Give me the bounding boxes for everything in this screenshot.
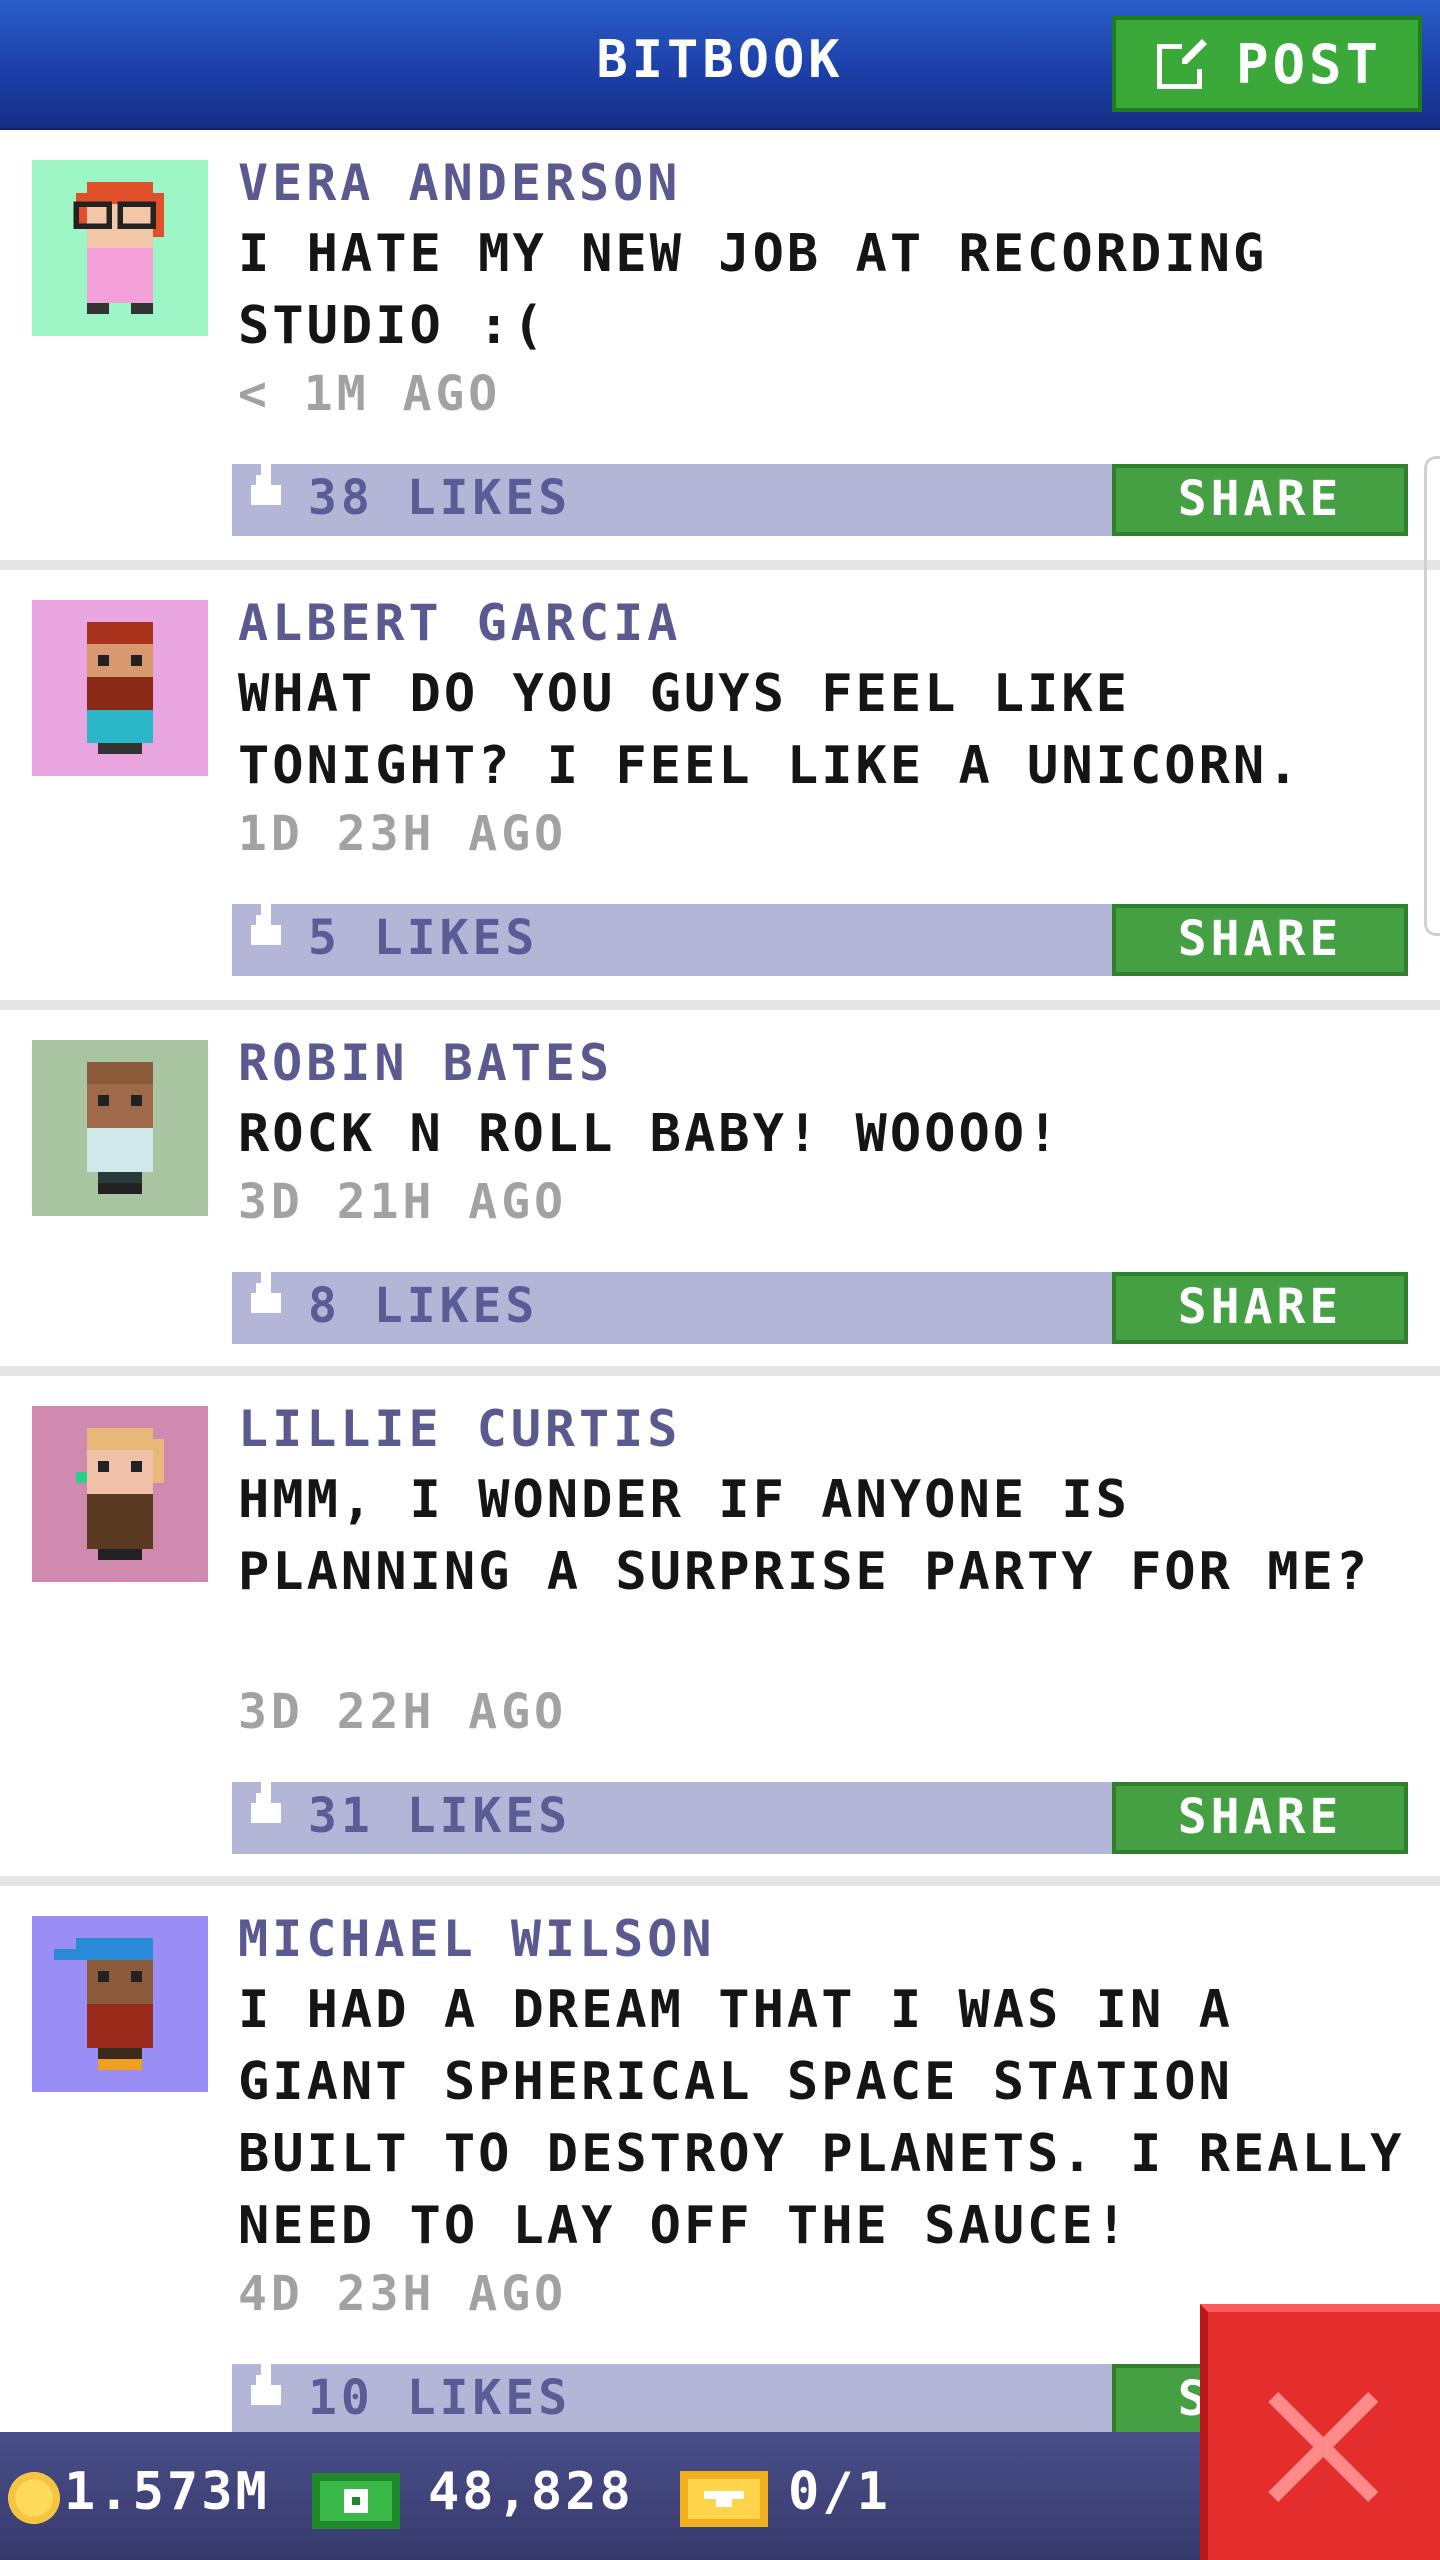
list-item: LILLIE CURTIS HMM, I WONDER IF ANYONE IS… xyxy=(0,1376,1440,1876)
thumbs-up-icon[interactable] xyxy=(246,1258,286,1328)
share-button[interactable]: SHARE xyxy=(1112,1782,1408,1854)
likes-bar: 38 LIKES SHARE xyxy=(232,450,1408,536)
post-button-label: POST xyxy=(1236,32,1383,96)
share-button[interactable]: SHARE xyxy=(1112,1272,1408,1344)
likes-count: 8 LIKES xyxy=(308,1278,539,1334)
divider xyxy=(0,1876,1440,1886)
post-author[interactable]: ALBERT GARCIA xyxy=(238,594,681,652)
post-timestamp: 3D 21H AGO xyxy=(238,1174,567,1230)
coins-amount: 1.573M xyxy=(64,2462,270,2522)
post-timestamp: 4D 23H AGO xyxy=(238,2266,567,2322)
bux-amount: 48,828 xyxy=(428,2462,634,2522)
post-author[interactable]: VERA ANDERSON xyxy=(238,154,681,212)
tickets-count: 0/1 xyxy=(788,2462,891,2522)
scroll-indicator[interactable] xyxy=(1424,456,1440,936)
likes-bar: 8 LIKES SHARE xyxy=(232,1258,1408,1344)
close-button[interactable] xyxy=(1200,2304,1440,2560)
post-timestamp: 1D 23H AGO xyxy=(238,806,567,862)
thumbs-up-icon[interactable] xyxy=(246,890,286,960)
bux-icon xyxy=(312,2473,400,2529)
list-item: ROBIN BATES ROCK N ROLL BABY! WOOOO! 3D … xyxy=(0,1010,1440,1366)
post-message: I HAD A DREAM THAT I WAS IN A GIANT SPHE… xyxy=(238,1980,1405,2256)
avatar xyxy=(32,1916,208,2092)
divider xyxy=(0,1000,1440,1010)
thumbs-up-icon[interactable] xyxy=(246,2350,286,2420)
post-timestamp: < 1M AGO xyxy=(238,366,502,422)
likes-count: 5 LIKES xyxy=(308,910,539,966)
post-message: WHAT DO YOU GUYS FEEL LIKE TONIGHT? I FE… xyxy=(238,664,1302,796)
avatar xyxy=(32,1040,208,1216)
thumbs-up-icon[interactable] xyxy=(246,450,286,520)
coin-icon xyxy=(8,2472,60,2524)
avatar xyxy=(32,160,208,336)
post-message: HMM, I WONDER IF ANYONE IS PLANNING A SU… xyxy=(238,1470,1371,1602)
share-button[interactable]: SHARE xyxy=(1112,904,1408,976)
likes-count: 38 LIKES xyxy=(308,470,572,526)
avatar xyxy=(32,600,208,776)
ticket-icon xyxy=(680,2471,768,2527)
list-item: ALBERT GARCIA WHAT DO YOU GUYS FEEL LIKE… xyxy=(0,570,1440,1000)
likes-count: 10 LIKES xyxy=(308,2370,572,2426)
thumbs-up-icon[interactable] xyxy=(246,1768,286,1838)
post-timestamp: 3D 22H AGO xyxy=(238,1684,567,1740)
app-header: BITBOOK POST xyxy=(0,0,1440,130)
avatar xyxy=(32,1406,208,1582)
post-message: I HATE MY NEW JOB AT RECORDING STUDIO :( xyxy=(238,224,1268,356)
likes-bar: 5 LIKES SHARE xyxy=(232,890,1408,976)
edit-icon xyxy=(1157,39,1207,89)
post-message: ROCK N ROLL BABY! WOOOO! xyxy=(238,1104,1062,1164)
share-button[interactable]: SHARE xyxy=(1112,464,1408,536)
post-author[interactable]: MICHAEL WILSON xyxy=(238,1910,715,1968)
divider xyxy=(0,1366,1440,1376)
likes-count: 31 LIKES xyxy=(308,1788,572,1844)
likes-bar: 31 LIKES SHARE xyxy=(232,1768,1408,1854)
list-item: VERA ANDERSON I HATE MY NEW JOB AT RECOR… xyxy=(0,130,1440,560)
close-icon xyxy=(1268,2392,1378,2502)
divider xyxy=(0,560,1440,570)
post-button[interactable]: POST xyxy=(1112,16,1422,112)
post-author[interactable]: ROBIN BATES xyxy=(238,1034,613,1092)
post-author[interactable]: LILLIE CURTIS xyxy=(238,1400,681,1458)
